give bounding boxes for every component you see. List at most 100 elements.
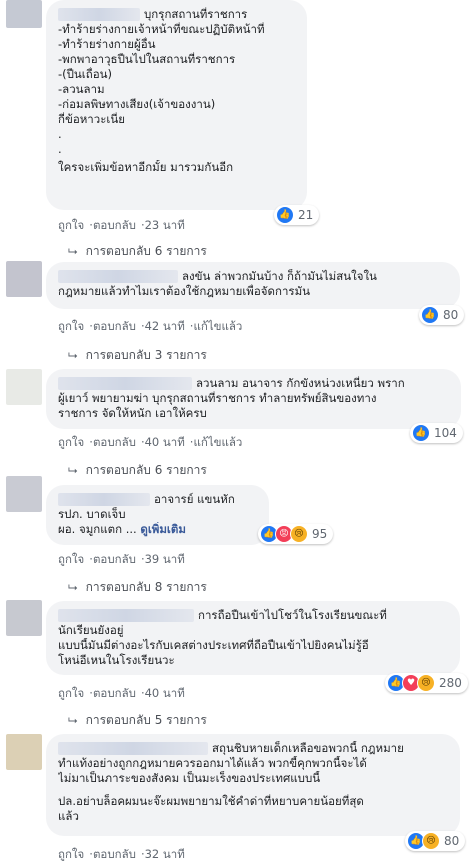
reactions-summary[interactable]: 👍 104 [410,423,463,443]
replies-label: การตอบกลับ 5 รายการ [85,713,207,727]
timestamp[interactable]: 39 นาที [145,552,185,566]
comment-line: แบบนี้มันมีต่างอะไรกับเคสต่างประเทศที่ถื… [58,638,369,652]
reply-link[interactable]: ตอบกลับ [93,686,136,700]
comment-bubble: อาจารย์ แขนหัก รปภ. บาดเจ็บ ผอ. จมูกแตก … [46,485,269,545]
comment-line [58,786,448,794]
comment-line: บุกรุกสถานที่ราชการ [58,7,295,22]
comment-line: ผู้เยาว์ พยายามฆ่า บุกรุกสถานที่ราชการ ท… [58,391,377,405]
comment-actions: ถูกใจ ·ตอบกลับ ·40 นาที [58,686,185,700]
sad-reaction-icon: 😢 [422,832,440,850]
like-link[interactable]: ถูกใจ [58,552,84,566]
comment-actions: ถูกใจ ·ตอบกลับ ·32 นาที [58,847,185,861]
reactions-summary[interactable]: 👍 21 [274,205,320,225]
like-link[interactable]: ถูกใจ [58,319,84,333]
reaction-count: 80 [444,834,460,848]
avatar[interactable] [6,600,42,636]
like-reaction-icon: 👍 [421,306,439,324]
comment-line: . [58,127,62,141]
comment-actions: ถูกใจ ·ตอบกลับ ·39 นาที [58,552,185,566]
comment-line: ทำแท้งอย่างถูกกฎหมายควรออกมาได้แล้ว พวกข… [58,756,367,770]
comment-line: นักเรียนยังอยู่ [58,623,124,637]
sad-reaction-icon: 😢 [290,525,308,543]
reactions-summary[interactable]: 👍 😡 😢 95 [258,524,334,544]
avatar[interactable] [6,476,42,512]
comment-line: -ก่อมลพิษทางเสียง(เจ้าของงาน) [58,97,216,111]
reactions-summary[interactable]: 👍 80 [419,305,465,325]
comment-line: -พกพาอาวุธปืนไปในสถานที่ราชการ [58,52,236,66]
timestamp[interactable]: 32 นาที [145,847,185,861]
comment-line: โหน่อีเหนในโรงเรียนวะ [58,653,175,667]
reply-arrow-icon: ⮡ [68,580,78,594]
reply-arrow-icon: ⮡ [68,463,78,477]
like-link[interactable]: ถูกใจ [58,435,84,449]
reaction-count: 21 [298,208,314,222]
comment-line: กฎหมายแล้วทำไมเราต้องใช้กฎหมายเพื่อจัดกา… [58,284,311,298]
timestamp[interactable]: 40 นาที [145,435,185,449]
see-more-link[interactable]: ดูเพิ่มเติม [140,522,186,536]
comment-line: . [58,142,62,156]
reaction-count: 80 [443,308,459,322]
like-link[interactable]: ถูกใจ [58,218,84,232]
edited-label[interactable]: แก้ไขแล้ว [193,435,242,449]
avatar[interactable] [6,369,42,405]
comment-line: ผอ. จมูกแตก ... ดูเพิ่มเติม [58,522,186,536]
comment-line: -ลวนลาม [58,82,105,96]
view-replies-link[interactable]: ⮡ การตอบกลับ 6 รายการ [68,242,207,261]
like-reaction-icon: 👍 [412,424,430,442]
comment-bubble: สถุนชิบหายเด็กเหลือขอพวกนี้ กฎหมาย ทำแท้… [46,734,460,836]
comment-line: ใครจะเพิ่มข้อหาอีกมั้ย มารวมกันอีก [58,160,234,174]
avatar[interactable] [6,0,42,28]
reply-arrow-icon: ⮡ [68,713,78,727]
blurred-name [58,493,150,506]
reply-link[interactable]: ตอบกลับ [93,319,136,333]
replies-label: การตอบกลับ 8 รายการ [85,580,207,594]
comment-line: กี่ข้อหาวะเนี่ย [58,112,125,126]
like-link[interactable]: ถูกใจ [58,686,84,700]
blurred-name [58,609,194,622]
replies-label: การตอบกลับ 6 รายการ [85,244,207,258]
blurred-name [58,742,208,755]
view-replies-link[interactable]: ⮡ การตอบกลับ 6 รายการ [68,461,207,480]
reaction-count: 95 [312,527,328,541]
comment-bubble: ลงขัน ล่าพวกมันบ้าง ก็ถ้ามันไม่สนใจใน กฎ… [46,262,460,309]
like-reaction-icon: 👍 [276,206,294,224]
comment-line: ลงขัน ล่าพวกมันบ้าง ก็ถ้ามันไม่สนใจใน [58,269,448,284]
view-replies-link[interactable]: ⮡ การตอบกลับ 3 รายการ [68,346,207,365]
view-replies-link[interactable]: ⮡ การตอบกลับ 5 รายการ [68,711,207,730]
comment-line: ปล.อย่าบล็อคผมนะจ๊ะผมพยายามใช้คำด่าที่หย… [58,794,364,808]
comment-actions: ถูกใจ ·ตอบกลับ ·42 นาที ·แก้ไขแล้ว [58,319,243,333]
avatar[interactable] [6,261,42,297]
comment-line: -ทำร้ายร่างกายเจ้าหน้าที่ขณะปฏิบัติหน้าท… [58,22,265,36]
replies-label: การตอบกลับ 6 รายการ [85,463,207,477]
reply-link[interactable]: ตอบกลับ [93,847,136,861]
view-replies-link[interactable]: ⮡ การตอบกลับ 8 รายการ [68,578,207,597]
timestamp[interactable]: 23 นาที [145,218,185,232]
replies-label: การตอบกลับ 3 รายการ [85,348,207,362]
reactions-summary[interactable]: 👍 ♥ 😢 280 [385,673,468,693]
comment-line: ไม่มาเป็นภาระของสังคม เป็นมะเร็งของประเท… [58,771,321,785]
comment-line: แล้ว [58,809,79,823]
blurred-name [58,8,140,21]
comment-bubble: การถือปืนเข้าไปโชว์ในโรงเรียนขณะที่ นักเ… [46,601,460,675]
timestamp[interactable]: 40 นาที [145,686,185,700]
comment-line: ลวนลาม อนาจาร กักขังหน่วงเหนี่ยว พราก [58,376,449,391]
reply-link[interactable]: ตอบกลับ [93,435,136,449]
reply-arrow-icon: ⮡ [68,348,78,362]
reply-link[interactable]: ตอบกลับ [93,552,136,566]
reaction-count: 104 [434,426,457,440]
reaction-count: 280 [439,676,462,690]
reply-link[interactable]: ตอบกลับ [93,218,136,232]
comment-line: สถุนชิบหายเด็กเหลือขอพวกนี้ กฎหมาย [58,741,448,756]
blurred-name [58,377,192,390]
sad-reaction-icon: 😢 [417,674,435,692]
reactions-summary[interactable]: 👍 😢 80 [405,831,466,851]
comment-line: การถือปืนเข้าไปโชว์ในโรงเรียนขณะที่ [58,608,448,623]
avatar[interactable] [6,734,42,770]
reply-arrow-icon: ⮡ [68,244,78,258]
like-link[interactable]: ถูกใจ [58,847,84,861]
edited-label[interactable]: แก้ไขแล้ว [193,319,242,333]
timestamp[interactable]: 42 นาที [145,319,185,333]
comment-line: อาจารย์ แขนหัก [58,492,257,507]
comment-line: รปภ. บาดเจ็บ [58,507,126,521]
comment-bubble: บุกรุกสถานที่ราชการ -ทำร้ายร่างกายเจ้าหน… [46,0,307,210]
